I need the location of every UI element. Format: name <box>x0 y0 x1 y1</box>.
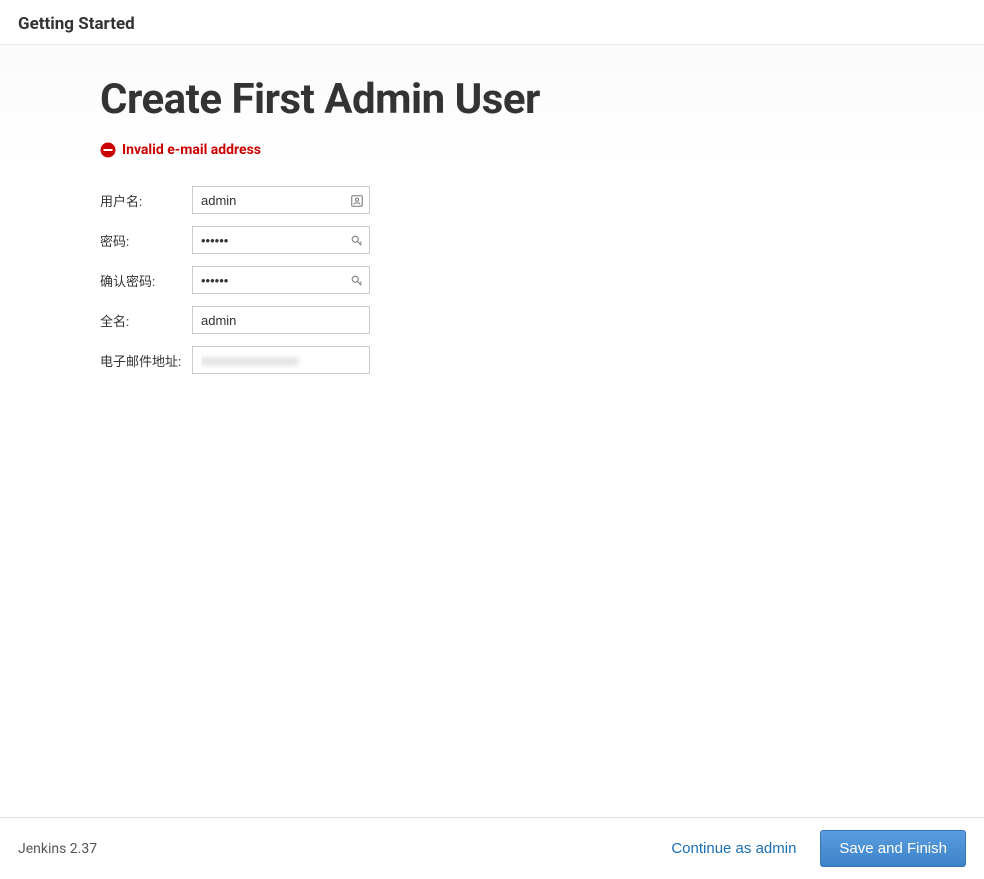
password-input[interactable] <box>192 226 370 254</box>
page-header: Getting Started <box>0 0 984 45</box>
error-icon <box>100 142 116 158</box>
save-and-finish-button[interactable]: Save and Finish <box>820 830 966 867</box>
form-row-fullname: 全名: <box>100 306 370 334</box>
form-row-password: 密码: <box>100 226 370 254</box>
main-content: Create First Admin User Invalid e-mail a… <box>0 75 984 386</box>
footer-actions: Continue as admin Save and Finish <box>667 830 966 867</box>
form-table: 用户名: 密码: <box>100 174 370 386</box>
error-text: Invalid e-mail address <box>122 142 261 158</box>
email-label: 电子邮件地址: <box>100 346 192 374</box>
confirm-password-input[interactable] <box>192 266 370 294</box>
form-row-username: 用户名: <box>100 186 370 214</box>
form-row-email: 电子邮件地址: <box>100 346 370 374</box>
form-row-confirm-password: 确认密码: <box>100 266 370 294</box>
email-input[interactable] <box>192 346 370 374</box>
password-label: 密码: <box>100 226 192 254</box>
header-title: Getting Started <box>18 14 966 34</box>
continue-as-admin-button[interactable]: Continue as admin <box>667 832 800 865</box>
footer: Jenkins 2.37 Continue as admin Save and … <box>0 817 984 879</box>
footer-version: Jenkins 2.37 <box>18 841 97 857</box>
fullname-label: 全名: <box>100 306 192 334</box>
content-area: Create First Admin User Invalid e-mail a… <box>0 45 984 817</box>
username-input[interactable] <box>192 186 370 214</box>
fullname-input[interactable] <box>192 306 370 334</box>
page-title: Create First Admin User <box>100 75 884 124</box>
confirm-password-label: 确认密码: <box>100 266 192 294</box>
error-message: Invalid e-mail address <box>100 142 884 158</box>
username-label: 用户名: <box>100 186 192 214</box>
